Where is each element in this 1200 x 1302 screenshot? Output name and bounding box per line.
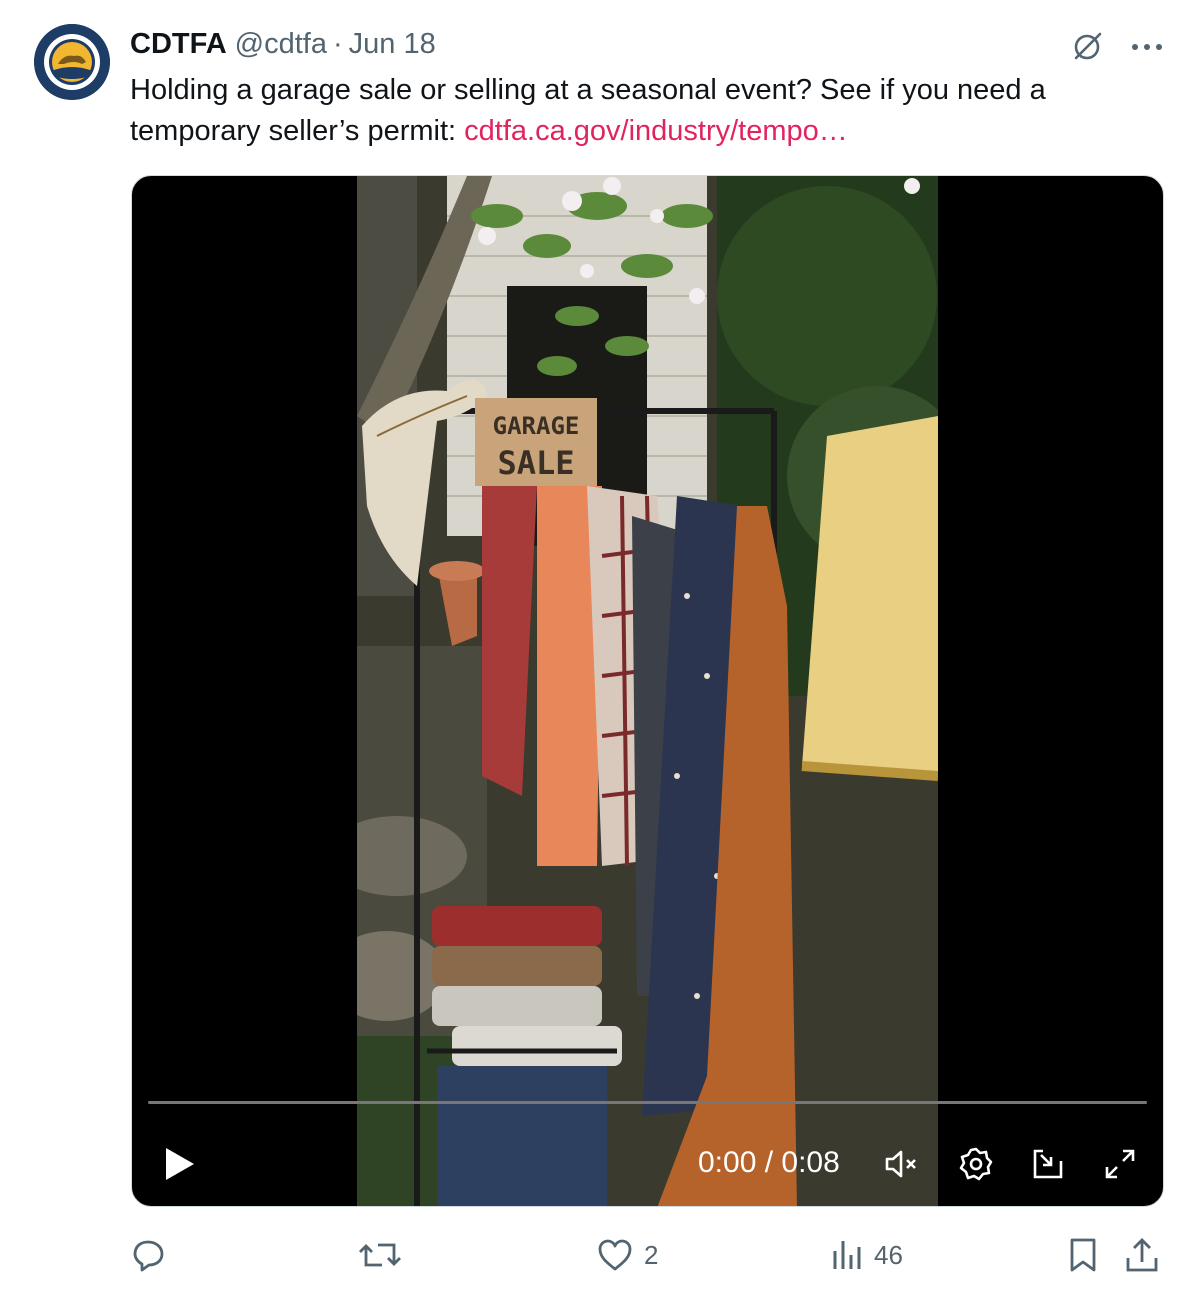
repost-button[interactable] — [358, 1232, 412, 1278]
fullscreen-icon[interactable] — [1098, 1142, 1142, 1186]
video-progress-bar[interactable] — [148, 1101, 1147, 1104]
pip-icon[interactable] — [1026, 1142, 1070, 1186]
heart-icon — [598, 1239, 632, 1271]
cdtfa-seal-icon — [34, 24, 110, 100]
share-icon — [1126, 1238, 1158, 1272]
tweet-link[interactable]: cdtfa.ca.gov/industry/tempo… — [464, 115, 848, 147]
garage-sale-scene: GARAGE SALE — [357, 176, 938, 1206]
video-frame[interactable]: GARAGE SALE — [357, 176, 938, 1206]
bookmark-button[interactable] — [1066, 1232, 1100, 1278]
tweet-top-icons — [1068, 28, 1166, 66]
play-icon[interactable] — [158, 1144, 198, 1184]
views-button[interactable]: 46 — [830, 1232, 903, 1278]
tweet: CDTFA @cdtfa · Jun 18 Holding a garage s… — [0, 0, 1200, 1302]
more-icon[interactable] — [1128, 28, 1166, 66]
avatar[interactable] — [34, 24, 110, 100]
tweet-text: Holding a garage sale or selling at a se… — [130, 70, 1120, 152]
mute-icon[interactable] — [880, 1142, 924, 1186]
bookmark-icon — [1070, 1238, 1096, 1272]
author-name[interactable]: CDTFA — [130, 28, 227, 61]
video-controls: 0:00 / 0:08 — [132, 1134, 1163, 1190]
svg-text:SALE: SALE — [497, 444, 574, 482]
views-icon — [833, 1241, 861, 1269]
reply-icon — [133, 1240, 164, 1272]
repost-icon — [359, 1243, 401, 1267]
grok-icon[interactable] — [1068, 28, 1106, 66]
video-player[interactable]: GARAGE SALE 0:00 / 0:08 — [131, 175, 1164, 1207]
settings-icon[interactable] — [954, 1142, 998, 1186]
reply-button[interactable] — [128, 1232, 178, 1278]
tweet-date[interactable]: Jun 18 — [349, 28, 436, 61]
author-handle[interactable]: @cdtfa — [235, 28, 327, 61]
video-time: 0:00 / 0:08 — [698, 1146, 840, 1179]
svg-text:GARAGE: GARAGE — [493, 412, 580, 440]
like-count: 2 — [644, 1239, 659, 1270]
views-count: 46 — [874, 1239, 903, 1270]
tweet-actions: 2 46 — [128, 1232, 1168, 1278]
share-button[interactable] — [1124, 1232, 1160, 1278]
tweet-header: CDTFA @cdtfa · Jun 18 — [130, 26, 436, 62]
separator-dot: · — [332, 27, 343, 60]
like-button[interactable]: 2 — [596, 1232, 658, 1278]
